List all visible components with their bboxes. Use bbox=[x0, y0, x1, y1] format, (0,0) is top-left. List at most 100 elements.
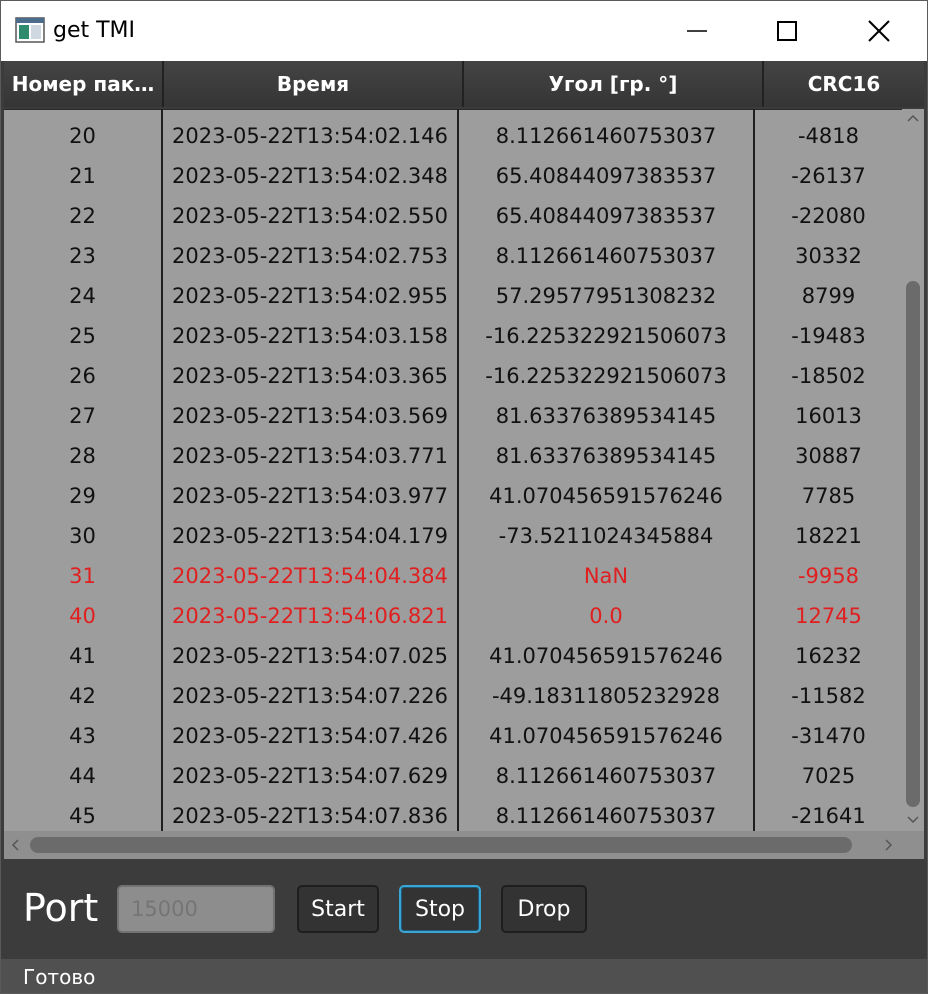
vertical-scrollbar-thumb[interactable] bbox=[906, 281, 920, 807]
cell-angle: 8.112661460753037 bbox=[495, 804, 717, 828]
column-divider bbox=[161, 109, 163, 831]
table-row[interactable]: 24 2023-05-22T13:54:02.955 57.295779513082… bbox=[4, 274, 902, 314]
cell-crc16: -19483 bbox=[791, 324, 866, 348]
maximize-button[interactable] bbox=[741, 1, 833, 61]
horizontal-scrollbar-thumb[interactable] bbox=[30, 837, 852, 853]
packets-table[interactable]: Номер пак… Время Угол [гр. °] CRC16 20 20… bbox=[4, 61, 924, 859]
cell-crc16: -31470 bbox=[791, 724, 866, 748]
cell-time: 2023-05-22T13:54:02.146 bbox=[172, 124, 448, 148]
table-row[interactable]: 23 2023-05-22T13:54:02.753 8.1126614607530… bbox=[4, 234, 902, 274]
cell-packet-number: 42 bbox=[69, 684, 96, 708]
cell-crc16: 12745 bbox=[795, 604, 862, 628]
cell-crc16: -26137 bbox=[791, 164, 866, 188]
cell-crc16: 30887 bbox=[795, 444, 862, 468]
cell-packet-number: 44 bbox=[69, 764, 96, 788]
cell-packet-number: 22 bbox=[69, 204, 96, 228]
table-row[interactable]: 31 2023-05-22T13:54:04.384 NaN -9958 bbox=[4, 554, 902, 594]
cell-crc16: 16232 bbox=[795, 644, 862, 668]
column-divider bbox=[457, 109, 459, 831]
cell-crc16: 7025 bbox=[801, 764, 856, 788]
cell-time: 2023-05-22T13:54:03.771 bbox=[172, 444, 448, 468]
cell-crc16: -21641 bbox=[791, 804, 866, 828]
cell-packet-number: 28 bbox=[69, 444, 96, 468]
drop-button[interactable]: Drop bbox=[501, 885, 587, 933]
cell-angle: 41.070456591576246 bbox=[489, 724, 723, 748]
app-window-icon bbox=[15, 17, 45, 43]
port-input[interactable] bbox=[117, 885, 275, 933]
scroll-up-arrow-icon[interactable] bbox=[907, 113, 919, 123]
table-row[interactable]: 27 2023-05-22T13:54:03.569 81.633763895341… bbox=[4, 394, 902, 434]
cell-packet-number: 45 bbox=[69, 804, 96, 828]
minimize-button[interactable] bbox=[651, 1, 743, 61]
app-window: get TMI Номер пак… Время Угол [гр. °] CR… bbox=[0, 0, 928, 994]
table-row[interactable]: 22 2023-05-22T13:54:02.550 65.408440973835… bbox=[4, 194, 902, 234]
cell-angle: 8.112661460753037 bbox=[495, 124, 717, 148]
start-button[interactable]: Start bbox=[297, 885, 379, 933]
cell-packet-number: 24 bbox=[69, 284, 96, 308]
cell-angle: 41.070456591576246 bbox=[489, 484, 723, 508]
cell-angle: -16.225322921506073 bbox=[485, 364, 727, 388]
cell-angle: 8.112661460753037 bbox=[495, 244, 717, 268]
cell-angle: -16.225322921506073 bbox=[485, 324, 727, 348]
cell-packet-number: 23 bbox=[69, 244, 96, 268]
scroll-right-arrow-icon[interactable] bbox=[884, 839, 894, 851]
port-label: Port bbox=[23, 886, 99, 930]
close-button[interactable] bbox=[833, 1, 925, 61]
table-row[interactable]: 45 2023-05-22T13:54:07.836 8.1126614607530… bbox=[4, 794, 902, 831]
title-bar[interactable]: get TMI bbox=[1, 1, 927, 61]
cell-angle: 81.63376389534145 bbox=[495, 444, 717, 468]
cell-packet-number: 40 bbox=[69, 604, 96, 628]
cell-time: 2023-05-22T13:54:03.977 bbox=[172, 484, 448, 508]
cell-crc16: -9958 bbox=[797, 564, 860, 588]
cell-time: 2023-05-22T13:54:02.348 bbox=[172, 164, 448, 188]
status-text: Готово bbox=[23, 965, 96, 989]
scroll-left-arrow-icon[interactable] bbox=[10, 839, 20, 851]
cell-crc16: 16013 bbox=[795, 404, 862, 428]
table-row[interactable]: 41 2023-05-22T13:54:07.025 41.070456591576… bbox=[4, 634, 902, 674]
cell-angle: -73.5211024345884 bbox=[498, 524, 714, 548]
cell-packet-number: 43 bbox=[69, 724, 96, 748]
table-row[interactable]: 30 2023-05-22T13:54:04.179 -73.52110243458… bbox=[4, 514, 902, 554]
minimize-icon bbox=[687, 30, 707, 32]
cell-time: 2023-05-22T13:54:02.955 bbox=[172, 284, 448, 308]
stop-button[interactable]: Stop bbox=[399, 885, 481, 933]
table-row[interactable]: 21 2023-05-22T13:54:02.348 65.408440973835… bbox=[4, 154, 902, 194]
table-row[interactable]: 25 2023-05-22T13:54:03.158 -16.22532292150… bbox=[4, 314, 902, 354]
column-header-angle[interactable]: Угол [гр. °] bbox=[464, 61, 764, 107]
table-row[interactable]: 20 2023-05-22T13:54:02.146 8.1126614607530… bbox=[4, 114, 902, 154]
cell-crc16: -22080 bbox=[791, 204, 866, 228]
cell-time: 2023-05-22T13:54:07.025 bbox=[172, 644, 448, 668]
horizontal-scrollbar[interactable] bbox=[4, 831, 924, 859]
table-row[interactable]: 42 2023-05-22T13:54:07.226 -49.18311805232… bbox=[4, 674, 902, 714]
cell-packet-number: 20 bbox=[69, 124, 96, 148]
cell-time: 2023-05-22T13:54:07.836 bbox=[172, 804, 448, 828]
cell-packet-number: 41 bbox=[69, 644, 96, 668]
close-icon bbox=[868, 20, 890, 42]
table-row[interactable]: 29 2023-05-22T13:54:03.977 41.070456591576… bbox=[4, 474, 902, 514]
column-header-crc16[interactable]: CRC16 bbox=[764, 61, 924, 107]
cell-crc16: 8799 bbox=[801, 284, 856, 308]
table-row[interactable]: 40 2023-05-22T13:54:06.821 0.0 12745 bbox=[4, 594, 902, 634]
column-header-number[interactable]: Номер пак… bbox=[4, 61, 164, 107]
cell-time: 2023-05-22T13:54:07.426 bbox=[172, 724, 448, 748]
cell-packet-number: 26 bbox=[69, 364, 96, 388]
vertical-scrollbar[interactable] bbox=[902, 109, 924, 831]
status-bar: Готово bbox=[1, 959, 927, 993]
cell-time: 2023-05-22T13:54:03.365 bbox=[172, 364, 448, 388]
column-header-time[interactable]: Время bbox=[164, 61, 464, 107]
cell-time: 2023-05-22T13:54:02.550 bbox=[172, 204, 448, 228]
cell-time: 2023-05-22T13:54:03.569 bbox=[172, 404, 448, 428]
cell-time: 2023-05-22T13:54:03.158 bbox=[172, 324, 448, 348]
table-row[interactable]: 44 2023-05-22T13:54:07.629 8.1126614607530… bbox=[4, 754, 902, 794]
table-row[interactable]: 28 2023-05-22T13:54:03.771 81.633763895341… bbox=[4, 434, 902, 474]
maximize-icon bbox=[777, 21, 797, 41]
table-row[interactable]: 43 2023-05-22T13:54:07.426 41.070456591576… bbox=[4, 714, 902, 754]
cell-crc16: -4818 bbox=[797, 124, 860, 148]
cell-packet-number: 21 bbox=[69, 164, 96, 188]
cell-angle: NaN bbox=[583, 564, 629, 588]
cell-angle: 8.112661460753037 bbox=[495, 764, 717, 788]
scroll-down-arrow-icon[interactable] bbox=[907, 815, 919, 825]
table-row[interactable]: 26 2023-05-22T13:54:03.365 -16.22532292150… bbox=[4, 354, 902, 394]
cell-time: 2023-05-22T13:54:04.384 bbox=[172, 564, 448, 588]
cell-angle: 57.29577951308232 bbox=[495, 284, 717, 308]
